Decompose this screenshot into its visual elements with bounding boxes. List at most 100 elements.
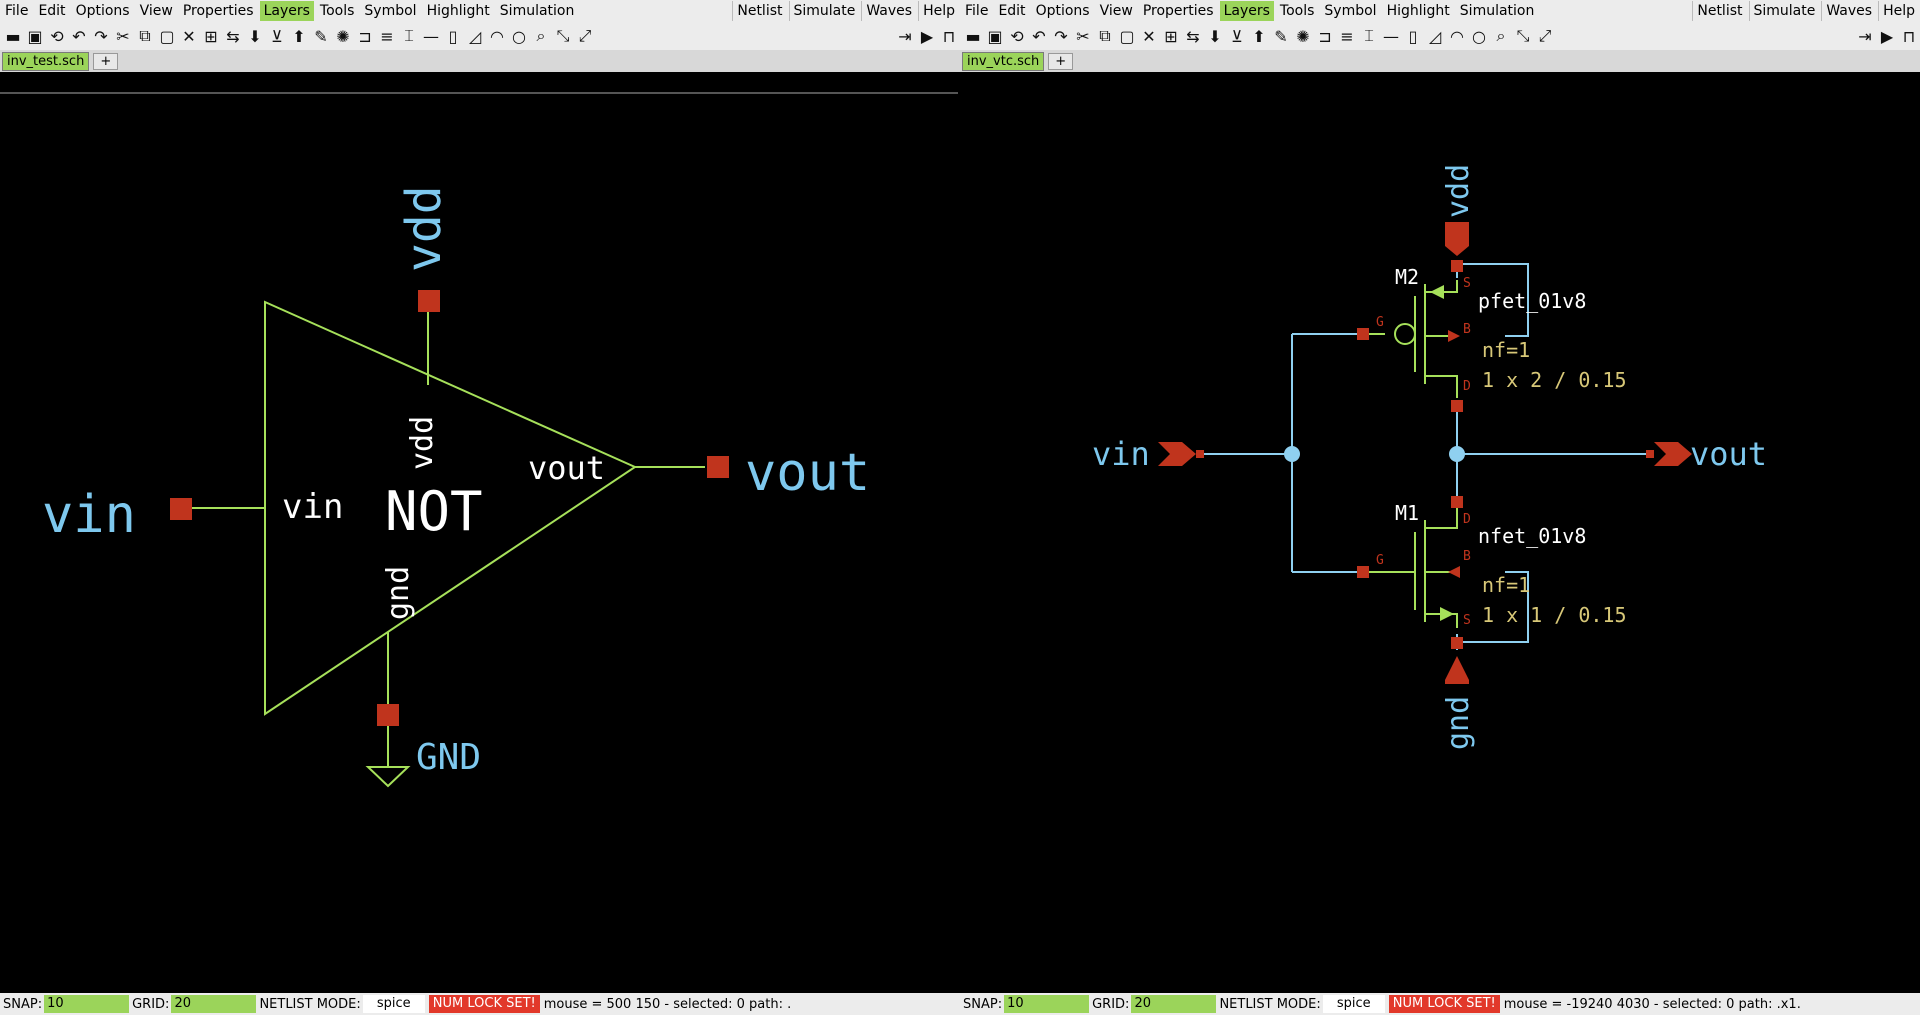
undo-icon[interactable]: ↶ bbox=[68, 25, 90, 47]
rect-icon[interactable]: ▯ bbox=[1402, 25, 1424, 47]
menu-symbol[interactable]: Symbol bbox=[1320, 1, 1380, 21]
schematic-canvas[interactable]: vin vout vdd GND vin vout vdd gnd NOT bbox=[0, 72, 960, 993]
menu-help[interactable]: Help bbox=[918, 1, 959, 21]
zoom-icon[interactable]: ⌕ bbox=[530, 25, 552, 47]
netlist-sym-icon[interactable]: ⊻ bbox=[1226, 25, 1248, 47]
open-sym-icon[interactable]: ⊞ bbox=[1160, 25, 1182, 47]
highlight-icon[interactable]: ✺ bbox=[1292, 25, 1314, 47]
menu-options[interactable]: Options bbox=[72, 1, 134, 21]
open-sym-icon[interactable]: ⊞ bbox=[200, 25, 222, 47]
menu-simulation[interactable]: Simulation bbox=[1456, 1, 1539, 21]
cut-icon[interactable]: ✂ bbox=[112, 25, 134, 47]
netlist-icon[interactable]: ⇥ bbox=[894, 25, 916, 47]
save-icon[interactable]: ▣ bbox=[24, 25, 46, 47]
delete-icon[interactable]: ✕ bbox=[1138, 25, 1160, 47]
line-icon[interactable]: — bbox=[1380, 25, 1402, 47]
menu-highlight[interactable]: Highlight bbox=[1383, 1, 1454, 21]
netlist-mode-value[interactable]: spice bbox=[362, 995, 425, 1013]
schematic-canvas[interactable]: G S B D G D B S M2 pfet_01v8 nf=1 1 x 2 … bbox=[960, 72, 1920, 993]
add-tab-button[interactable]: + bbox=[1048, 52, 1074, 70]
menu-options[interactable]: Options bbox=[1032, 1, 1094, 21]
menu-layers[interactable]: Layers bbox=[1219, 1, 1274, 21]
menu-simulation[interactable]: Simulation bbox=[496, 1, 579, 21]
arc-icon[interactable]: ◠ bbox=[1446, 25, 1468, 47]
tab-inv-vtc[interactable]: inv_vtc.sch bbox=[962, 51, 1045, 71]
grid-input[interactable]: 20 bbox=[171, 995, 257, 1013]
menu-simulate[interactable]: Simulate bbox=[788, 1, 860, 21]
pen-icon[interactable]: ✎ bbox=[310, 25, 332, 47]
menu-netlist[interactable]: Netlist bbox=[1692, 1, 1746, 21]
swap-icon[interactable]: ⇆ bbox=[222, 25, 244, 47]
menu-waves[interactable]: Waves bbox=[1821, 1, 1876, 21]
snap-input[interactable]: 10 bbox=[44, 995, 130, 1013]
circle-icon[interactable]: ○ bbox=[508, 25, 530, 47]
undo-icon[interactable]: ↶ bbox=[1028, 25, 1050, 47]
pin-icon[interactable]: ≡ bbox=[1336, 25, 1358, 47]
menu-netlist[interactable]: Netlist bbox=[732, 1, 786, 21]
menu-properties[interactable]: Properties bbox=[1139, 1, 1218, 21]
swap-icon[interactable]: ⇆ bbox=[1182, 25, 1204, 47]
menu-view[interactable]: View bbox=[136, 1, 177, 21]
text-icon[interactable]: ⌶ bbox=[398, 25, 420, 47]
zoom-fit-icon[interactable]: ⤡ bbox=[552, 25, 574, 47]
line-icon[interactable]: — bbox=[420, 25, 442, 47]
delete-icon[interactable]: ✕ bbox=[178, 25, 200, 47]
waves-icon[interactable]: ⊓ bbox=[1898, 25, 1920, 47]
circle-icon[interactable]: ○ bbox=[1468, 25, 1490, 47]
menu-edit[interactable]: Edit bbox=[994, 1, 1029, 21]
tab-inv-test[interactable]: inv_test.sch bbox=[2, 51, 90, 71]
snap-input[interactable]: 10 bbox=[1004, 995, 1090, 1013]
run-icon[interactable]: ▶ bbox=[916, 25, 938, 47]
copy-icon[interactable]: ⧉ bbox=[134, 25, 156, 47]
zoom-fit-icon[interactable]: ⤡ bbox=[1512, 25, 1534, 47]
wire-icon[interactable]: ⊐ bbox=[1314, 25, 1336, 47]
run-icon[interactable]: ▶ bbox=[1876, 25, 1898, 47]
netlist-mode-value[interactable]: spice bbox=[1322, 995, 1385, 1013]
redo-icon[interactable]: ↷ bbox=[90, 25, 112, 47]
pop-icon[interactable]: ⬆ bbox=[1248, 25, 1270, 47]
poly-icon[interactable]: ◿ bbox=[464, 25, 486, 47]
netlist-sym-icon[interactable]: ⊻ bbox=[266, 25, 288, 47]
menu-layers[interactable]: Layers bbox=[259, 1, 314, 21]
waves-icon[interactable]: ⊓ bbox=[938, 25, 960, 47]
zoom-full-icon[interactable]: ⤢ bbox=[1534, 25, 1556, 47]
highlight-icon[interactable]: ✺ bbox=[332, 25, 354, 47]
reload-icon[interactable]: ⟲ bbox=[46, 25, 68, 47]
pin-icon[interactable]: ≡ bbox=[376, 25, 398, 47]
push-icon[interactable]: ⬇ bbox=[244, 25, 266, 47]
rect-icon[interactable]: ▯ bbox=[442, 25, 464, 47]
menu-tools[interactable]: Tools bbox=[1276, 1, 1319, 21]
add-tab-button[interactable]: + bbox=[93, 52, 119, 70]
menu-properties[interactable]: Properties bbox=[179, 1, 258, 21]
grid-input[interactable]: 20 bbox=[1131, 995, 1217, 1013]
menu-simulate[interactable]: Simulate bbox=[1748, 1, 1820, 21]
menu-file[interactable]: File bbox=[961, 1, 992, 21]
reload-icon[interactable]: ⟲ bbox=[1006, 25, 1028, 47]
copy-icon[interactable]: ⧉ bbox=[1094, 25, 1116, 47]
zoom-icon[interactable]: ⌕ bbox=[1490, 25, 1512, 47]
redo-icon[interactable]: ↷ bbox=[1050, 25, 1072, 47]
menu-help[interactable]: Help bbox=[1878, 1, 1919, 21]
paste-icon[interactable]: ▢ bbox=[1116, 25, 1138, 47]
text-icon[interactable]: ⌶ bbox=[1358, 25, 1380, 47]
menu-tools[interactable]: Tools bbox=[316, 1, 359, 21]
menu-view[interactable]: View bbox=[1096, 1, 1137, 21]
poly-icon[interactable]: ◿ bbox=[1424, 25, 1446, 47]
folder-icon[interactable]: ▬ bbox=[2, 25, 24, 47]
menu-highlight[interactable]: Highlight bbox=[423, 1, 494, 21]
cut-icon[interactable]: ✂ bbox=[1072, 25, 1094, 47]
paste-icon[interactable]: ▢ bbox=[156, 25, 178, 47]
arc-icon[interactable]: ◠ bbox=[486, 25, 508, 47]
wire-icon[interactable]: ⊐ bbox=[354, 25, 376, 47]
save-icon[interactable]: ▣ bbox=[984, 25, 1006, 47]
push-icon[interactable]: ⬇ bbox=[1204, 25, 1226, 47]
pen-icon[interactable]: ✎ bbox=[1270, 25, 1292, 47]
zoom-full-icon[interactable]: ⤢ bbox=[574, 25, 596, 47]
menu-waves[interactable]: Waves bbox=[861, 1, 916, 21]
menu-symbol[interactable]: Symbol bbox=[360, 1, 420, 21]
pop-icon[interactable]: ⬆ bbox=[288, 25, 310, 47]
folder-icon[interactable]: ▬ bbox=[962, 25, 984, 47]
menu-file[interactable]: File bbox=[1, 1, 32, 21]
netlist-icon[interactable]: ⇥ bbox=[1854, 25, 1876, 47]
menu-edit[interactable]: Edit bbox=[34, 1, 69, 21]
